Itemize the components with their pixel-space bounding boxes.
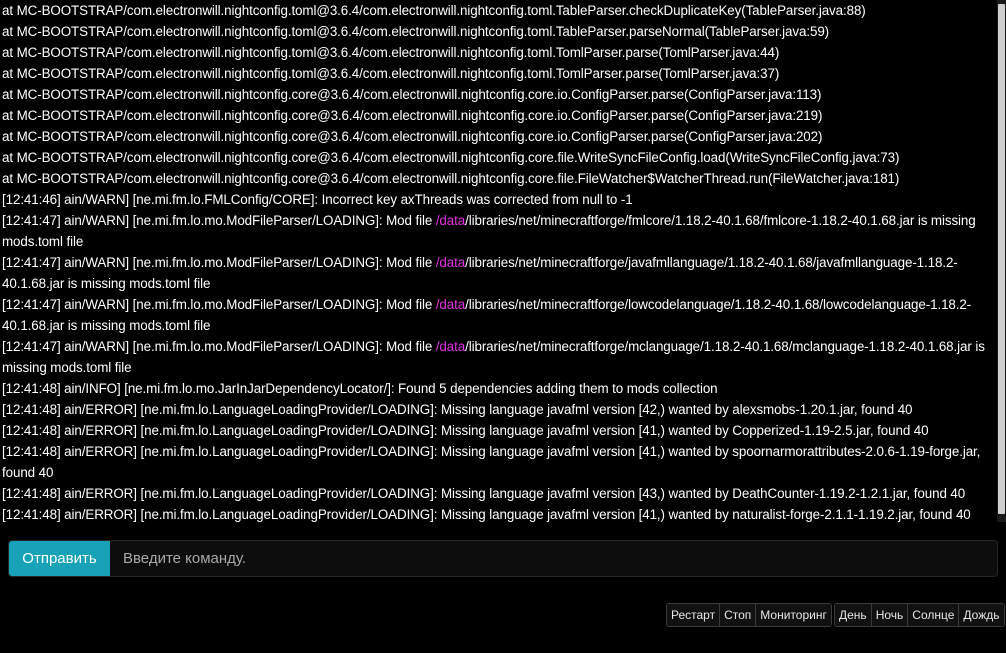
log-text: at MC-BOOTSTRAP/com.electronwill.nightco… [2,24,830,39]
log-line: at MC-BOOTSTRAP/com.electronwill.nightco… [2,21,995,42]
log-line: at MC-BOOTSTRAP/com.electronwill.nightco… [2,126,995,147]
log-text: [12:41:48] ain/ERROR] [ne.mi.fm.lo.Langu… [2,444,981,480]
rain-button[interactable]: Дождь [959,604,1004,626]
command-bar: Отправить [8,540,998,577]
night-button[interactable]: Ночь [871,604,909,626]
log-line: at MC-BOOTSTRAP/com.electronwill.nightco… [2,105,995,126]
console-log: at MC-BOOTSTRAP/com.electronwill.nightco… [0,0,997,522]
log-text: at MC-BOOTSTRAP/com.electronwill.nightco… [2,45,780,60]
log-text: at MC-BOOTSTRAP/com.electronwill.nightco… [2,66,780,81]
log-line: [12:41:46] ain/WARN] [ne.mi.fm.lo.FMLCon… [2,189,995,210]
log-text: [12:41:48] ain/ERROR] [ne.mi.fm.lo.Langu… [2,507,971,522]
log-text: [12:41:47] ain/WARN] [ne.mi.fm.lo.mo.Mod… [2,255,436,270]
monitoring-button[interactable]: Мониторинг [756,604,831,626]
log-line: [12:41:47] ain/WARN] [ne.mi.fm.lo.mo.Mod… [2,336,995,378]
log-text: at MC-BOOTSTRAP/com.electronwill.nightco… [2,171,900,186]
log-path-highlight: /data [435,213,466,228]
sun-button[interactable]: Солнце [908,604,960,626]
log-text: at MC-BOOTSTRAP/com.electronwill.nightco… [2,87,822,102]
log-text: [12:41:48] ain/ERROR] [ne.mi.fm.lo.Langu… [2,402,913,417]
server-controls: Рестарт Стоп Мониторинг [666,603,832,627]
log-line: at MC-BOOTSTRAP/com.electronwill.nightco… [2,147,995,168]
log-line: [12:41:47] ain/WARN] [ne.mi.fm.lo.mo.Mod… [2,252,995,294]
log-text: at MC-BOOTSTRAP/com.electronwill.nightco… [2,150,900,165]
day-button[interactable]: День [835,604,872,626]
log-line: [12:41:48] ain/ERROR] [ne.mi.fm.lo.Langu… [2,441,995,483]
log-text: [12:41:47] ain/WARN] [ne.mi.fm.lo.mo.Mod… [2,339,436,354]
log-path-highlight: /data [435,255,466,270]
command-input[interactable] [110,541,997,576]
log-line: at MC-BOOTSTRAP/com.electronwill.nightco… [2,63,995,84]
log-line: [12:41:48] ain/ERROR] [ne.mi.fm.lo.Langu… [2,399,995,420]
log-text: [12:41:48] ain/ERROR] [ne.mi.fm.lo.Langu… [2,486,966,501]
log-text: [12:41:48] ain/ERROR] [ne.mi.fm.lo.Langu… [2,423,929,438]
log-text: at MC-BOOTSTRAP/com.electronwill.nightco… [2,129,823,144]
restart-button[interactable]: Рестарт [667,604,721,626]
log-path-highlight: /data [435,297,466,312]
scrollbar-thumb[interactable] [998,4,1005,514]
log-path-highlight: /data [435,339,466,354]
log-line: [12:41:48] ain/ERROR] [ne.mi.fm.lo.Langu… [2,420,995,441]
log-line: at MC-BOOTSTRAP/com.electronwill.nightco… [2,42,995,63]
log-line: [12:41:48] ain/INFO] [ne.mi.fm.lo.mo.Jar… [2,378,995,399]
log-line: [12:41:48] ain/ERROR] [ne.mi.fm.lo.Langu… [2,504,995,522]
log-text: [12:41:47] ain/WARN] [ne.mi.fm.lo.mo.Mod… [2,213,436,228]
send-button[interactable]: Отправить [9,541,110,576]
console-scrollbar[interactable] [997,0,1006,522]
log-line: at MC-BOOTSTRAP/com.electronwill.nightco… [2,0,995,21]
log-text: at MC-BOOTSTRAP/com.electronwill.nightco… [2,3,866,18]
log-line: at MC-BOOTSTRAP/com.electronwill.nightco… [2,84,995,105]
stop-button[interactable]: Стоп [720,604,757,626]
log-text: [12:41:47] ain/WARN] [ne.mi.fm.lo.mo.Mod… [2,297,436,312]
log-text: [12:41:48] ain/INFO] [ne.mi.fm.lo.mo.Jar… [2,381,718,396]
log-text: at MC-BOOTSTRAP/com.electronwill.nightco… [2,108,823,123]
log-line: [12:41:48] ain/ERROR] [ne.mi.fm.lo.Langu… [2,483,995,504]
log-line: [12:41:47] ain/WARN] [ne.mi.fm.lo.mo.Mod… [2,294,995,336]
log-line: at MC-BOOTSTRAP/com.electronwill.nightco… [2,168,995,189]
world-controls: День Ночь Солнце Дождь [834,603,1005,627]
log-line: [12:41:47] ain/WARN] [ne.mi.fm.lo.mo.Mod… [2,210,995,252]
log-text: [12:41:46] ain/WARN] [ne.mi.fm.lo.FMLCon… [2,192,633,207]
